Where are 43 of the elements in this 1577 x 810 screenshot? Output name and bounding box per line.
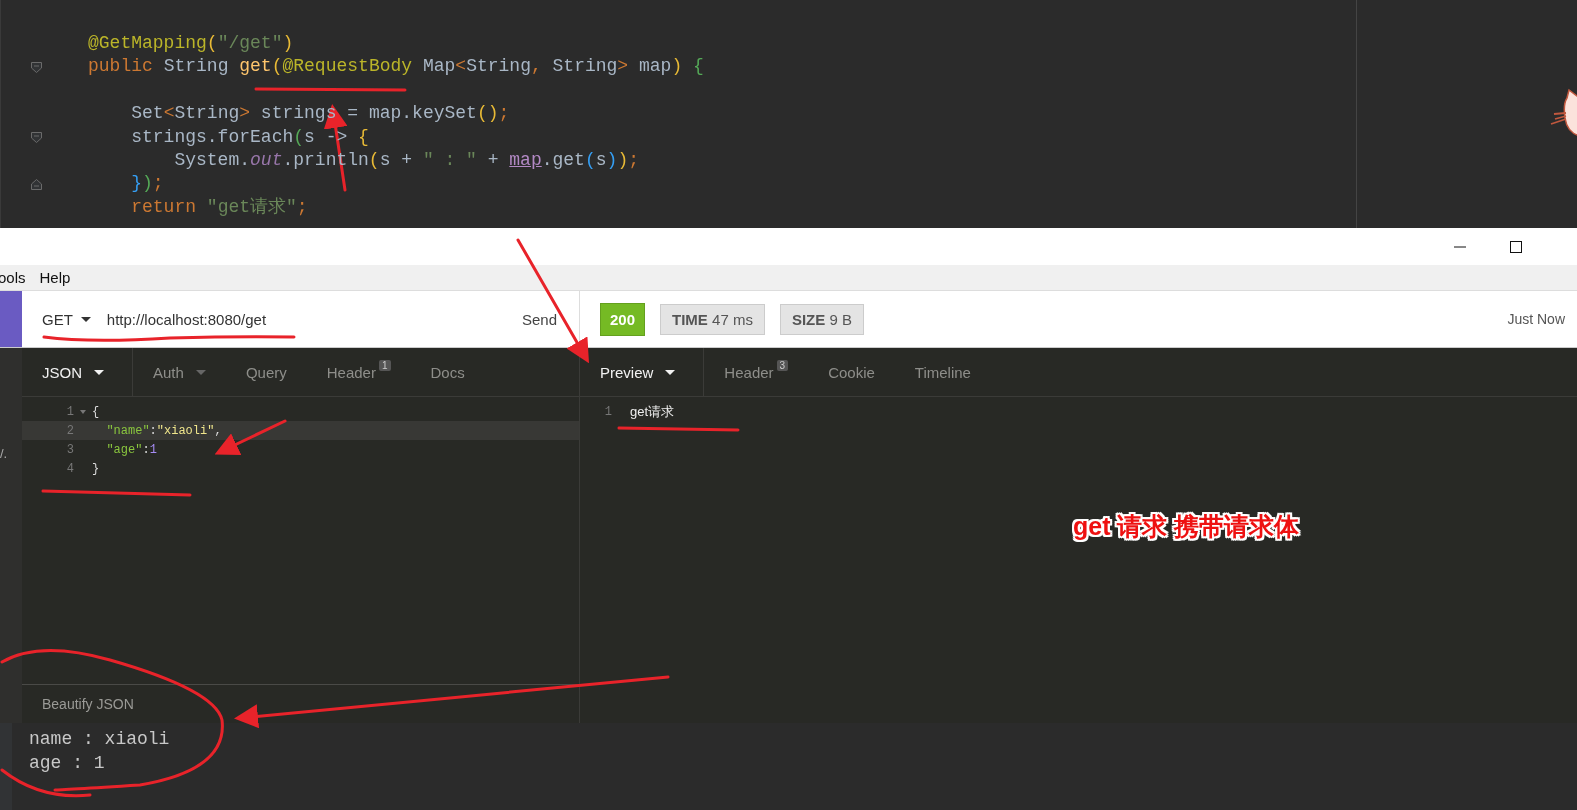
code-line: @GetMapping("/get") — [88, 32, 294, 55]
cat-icon — [1549, 88, 1577, 138]
line-number: 1 — [603, 404, 612, 419]
sidebar-strip — [0, 291, 22, 347]
time-badge: TIME 47 ms — [660, 303, 765, 335]
fold-icon[interactable] — [31, 178, 42, 190]
line-number: 2 — [65, 423, 74, 438]
menu-item[interactable]: Help — [37, 269, 73, 286]
timestamp: Just Now — [1507, 311, 1566, 327]
fold-icon[interactable] — [80, 409, 86, 414]
tab[interactable]: Preview — [580, 348, 705, 396]
tab[interactable]: Auth — [133, 348, 226, 396]
tab[interactable]: Header 3 — [704, 348, 809, 396]
url-field[interactable]: http://localhost:8080/get — [106, 310, 514, 328]
code-line: "age":1 — [105, 442, 157, 457]
send-button[interactable]: Send — [513, 310, 579, 328]
tab[interactable]: JSON — [22, 348, 133, 396]
console-line: age : 1 — [29, 752, 106, 775]
fold-icon[interactable] — [31, 61, 42, 73]
annotation-text: get 请求 携带请求体 — [1073, 511, 1300, 542]
console-line: name : xiaoli — [29, 728, 170, 751]
tab[interactable]: Cookie — [808, 348, 895, 396]
code-line: return "get请求"; — [130, 195, 308, 219]
code-line: public String get(@RequestBody Map<String, String> map) { — [88, 55, 704, 79]
line-number: 1 — [65, 404, 74, 419]
line-number: 4 — [65, 461, 74, 476]
code-line: { — [92, 404, 100, 419]
status-badge: 200 — [600, 302, 646, 336]
sidebar-text: /. — [0, 446, 8, 461]
beautify-button[interactable]: Beautify JSON — [22, 696, 154, 712]
tab[interactable]: Header 1 — [306, 348, 411, 396]
line-number: 3 — [65, 442, 74, 457]
tab[interactable]: Query — [225, 348, 307, 396]
tab[interactable]: Docs — [410, 348, 485, 396]
code-line: "name":"xiaoli", — [105, 423, 222, 438]
code-line: }); — [130, 172, 164, 196]
size-badge: SIZE 9 B — [779, 303, 864, 335]
fold-icon[interactable] — [31, 131, 42, 143]
code-line: } — [92, 461, 100, 476]
method-dropdown[interactable]: GET — [42, 310, 91, 328]
maximize-icon[interactable] — [1510, 240, 1522, 253]
tab[interactable]: Timeline — [894, 348, 991, 396]
response-text: get请求 — [630, 402, 675, 421]
